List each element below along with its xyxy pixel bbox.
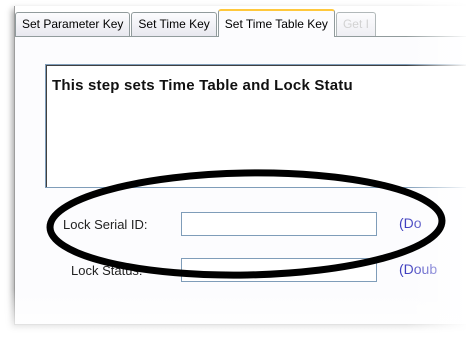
lock-serial-id-label: Lock Serial ID: bbox=[63, 217, 148, 232]
tab-get[interactable]: Get I bbox=[335, 12, 376, 36]
tab-strip: Set Parameter Key Set Time Key Set Time … bbox=[15, 6, 466, 37]
lock-serial-id-hint[interactable]: (Do bbox=[399, 215, 422, 231]
tab-set-time-key[interactable]: Set Time Key bbox=[131, 12, 217, 36]
lock-serial-id-input[interactable] bbox=[181, 212, 377, 236]
tab-set-time-table-key[interactable]: Set Time Table Key bbox=[217, 9, 335, 37]
instruction-text: This step sets Time Table and Lock Statu bbox=[52, 77, 353, 94]
lock-status-hint[interactable]: (Doub bbox=[399, 261, 437, 277]
dialog-window: Set Parameter Key Set Time Key Set Time … bbox=[14, 6, 466, 325]
instruction-box: This step sets Time Table and Lock Statu bbox=[45, 64, 466, 188]
screenshot-page: Set Parameter Key Set Time Key Set Time … bbox=[0, 0, 466, 339]
tab-set-parameter-key[interactable]: Set Parameter Key bbox=[15, 12, 131, 36]
lock-status-input[interactable] bbox=[181, 258, 377, 282]
tab-panel: This step sets Time Table and Lock Statu… bbox=[15, 37, 466, 324]
lock-status-label: Lock Status: bbox=[71, 263, 143, 278]
